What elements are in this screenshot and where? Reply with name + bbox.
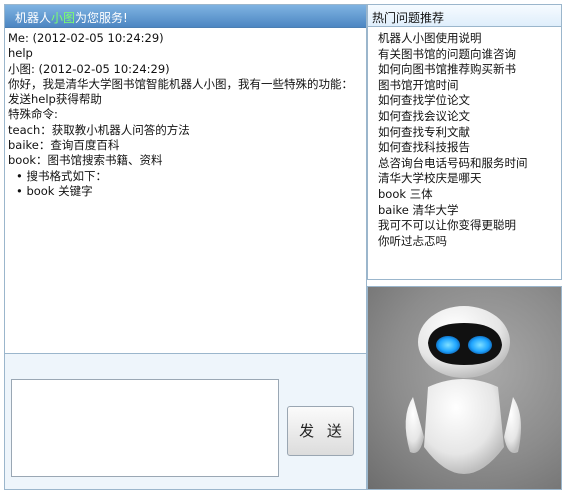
faq-item[interactable]: 清华大学校庆是哪天 [378,171,561,187]
robot-mascot-icon [405,306,522,474]
faq-item[interactable]: 如何向图书馆推荐购买新书 [378,62,561,78]
faq-header: 热门问题推荐 [368,5,561,27]
faq-item[interactable]: 机器人小图使用说明 [378,31,561,47]
chat-line: • 搜书格式如下： [16,168,107,183]
faq-item[interactable]: 总咨询台电话号码和服务时间 [378,156,561,172]
faq-item[interactable]: 如何查找科技报告 [378,140,561,156]
chat-line: Me: (2012-02-05 10:24:29) [8,31,164,45]
message-input[interactable] [11,379,279,477]
faq-item[interactable]: 你听过忐忑吗 [378,234,561,250]
chat-line: 你好，我是清华大学图书馆智能机器人小图，我有一些特殊的功能： [8,76,353,91]
chat-line: 小图: (2012-02-05 10:24:29) [8,61,170,76]
faq-item[interactable]: 如何查找专利文献 [378,125,561,141]
chat-divider-bar [5,353,366,374]
chat-line: book：图书馆搜索书籍、资料 [8,153,163,168]
chat-line: teach：获取教小机器人问答的方法 [8,122,190,137]
chat-header: 机器人小图为您服务! [5,5,366,28]
title-suffix: 为您服务! [75,11,128,25]
faq-item[interactable]: 如何查找学位论文 [378,93,561,109]
chat-line: help [8,46,33,61]
title-prefix: 机器人 [15,11,52,25]
chat-line: baike：查询百度百科 [8,138,120,153]
chat-panel: 机器人小图为您服务! Me: (2012-02-05 10:24:29) hel… [4,4,367,490]
faq-item[interactable]: book 三体 [378,187,561,203]
robot-image-panel [367,286,562,490]
send-button[interactable]: 发 送 [287,406,354,456]
chat-title: 机器人小图为您服务! [15,9,128,26]
chat-line: 发送help获得帮助 [8,92,102,107]
faq-item[interactable]: 我可不可以让你变得更聪明 [378,218,561,234]
faq-item[interactable]: 图书馆开馆时间 [378,78,561,94]
chat-log[interactable]: Me: (2012-02-05 10:24:29) help 小图: (2012… [8,31,364,353]
title-highlight: 小图 [51,11,76,25]
faq-item[interactable]: 有关图书馆的问题向谁咨询 [378,47,561,63]
faq-title: 热门问题推荐 [372,11,445,25]
faq-item[interactable]: 如何查找会议论文 [378,109,561,125]
faq-list: 机器人小图使用说明 有关图书馆的问题向谁咨询 如何向图书馆推荐购买新书 图书馆开… [368,27,561,249]
compose-area: 发 送 [5,373,366,489]
faq-panel: 热门问题推荐 机器人小图使用说明 有关图书馆的问题向谁咨询 如何向图书馆推荐购买… [367,4,562,280]
faq-item[interactable]: baike 清华大学 [378,203,561,219]
chat-line: • book 关键字 [16,183,93,198]
chat-line: 特殊命令: [8,107,58,122]
